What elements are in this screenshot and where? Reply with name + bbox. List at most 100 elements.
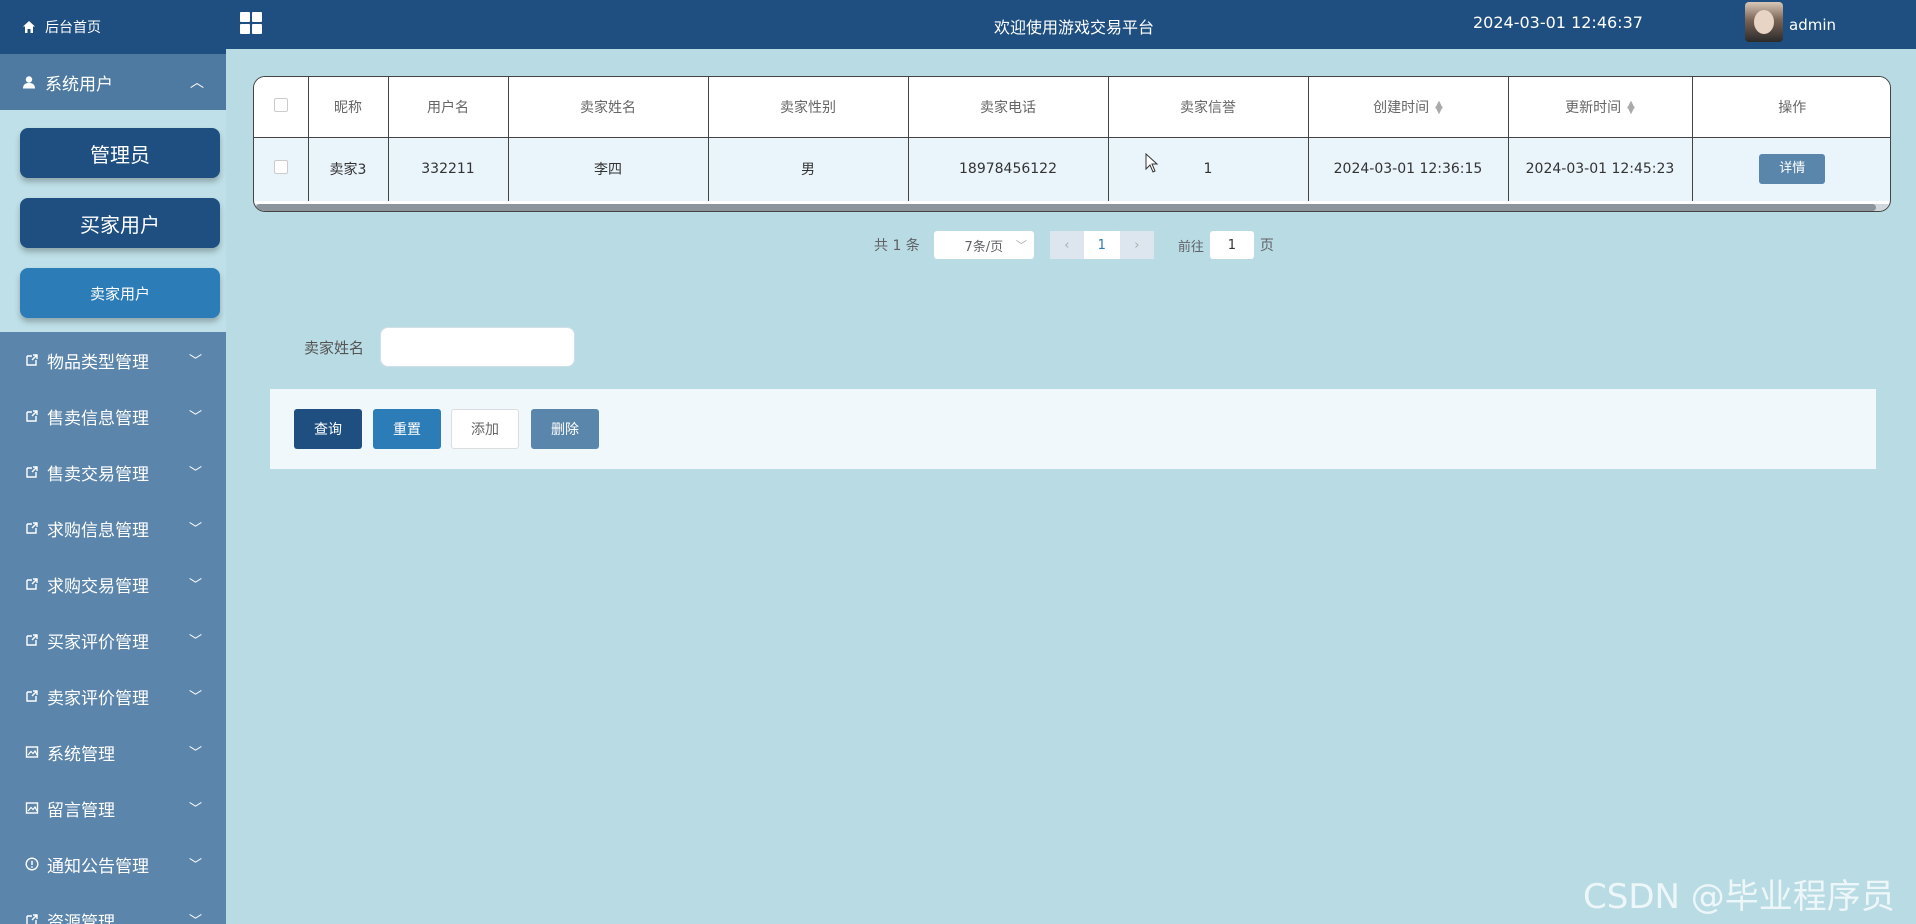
sort-icon[interactable]: ▲ ▼ [1435,99,1443,115]
column-header-sortable[interactable]: 更新时间 ▲ ▼ [1508,77,1693,138]
sidebar-subitem-seller-users[interactable]: 卖家用户 [20,268,220,318]
column-header: 用户名 [388,77,509,138]
chevron-down-icon: ﹀ [188,466,202,481]
info-circle-icon [24,857,39,872]
sidebar-menu-label: 售卖交易管理 [47,464,149,485]
sidebar-menu-label: 售卖信息管理 [47,408,149,429]
image-icon [24,745,39,760]
sidebar-menu-item[interactable]: 售卖信息管理 ﹀ [0,388,226,444]
header: 欢迎使用游戏交易平台 2024-03-01 12:46:37 admin [226,0,1916,49]
sidebar-menu-item[interactable]: 物品类型管理 ﹀ [0,332,226,388]
column-header-sortable[interactable]: 创建时间 ▲ ▼ [1308,77,1509,138]
reset-button[interactable]: 重置 [373,409,441,449]
sidebar-menu-label: 求购交易管理 [47,576,149,597]
row-checkbox[interactable] [254,137,309,201]
cell-actions: 详情 [1692,137,1890,201]
sidebar-home-label: 后台首页 [45,20,101,36]
column-header-label: 更新时间 [1565,99,1622,116]
sidebar-menu-label: 资源管理 [47,912,115,924]
prev-page-button[interactable]: ‹ [1049,231,1084,259]
sidebar-menu-label: 买家评价管理 [47,632,149,653]
sidebar-section-label: 系统用户 [45,74,113,95]
grid-menu-icon[interactable] [240,12,262,34]
external-link-icon [24,353,39,368]
action-panel: 查询 重置 添加 删除 [270,389,1876,469]
cell-credit: 1 [1108,137,1309,201]
watermark: CSDN @毕业程序员 [1583,877,1895,917]
chevron-down-icon: ﹀ [188,578,202,593]
chevron-down-icon: ﹀ [188,858,202,873]
detail-button[interactable]: 详情 [1759,154,1826,185]
sidebar-section-system-users[interactable]: 系统用户 ︿ [0,54,226,110]
cell-nickname: 卖家3 [308,137,389,201]
goto-page-input[interactable]: 1 [1209,231,1254,259]
cell-seller-name: 李四 [508,137,709,201]
cell-phone: 18978456122 [908,137,1109,201]
page-number-button[interactable]: 1 [1083,231,1120,259]
cell-created: 2024-03-01 12:36:15 [1308,137,1509,201]
query-button[interactable]: 查询 [294,409,362,449]
chevron-down-icon: ﹀ [188,802,202,817]
chevron-down-icon: ﹀ [1015,239,1027,252]
seller-name-input[interactable] [380,327,575,367]
sidebar-menu-label: 留言管理 [47,800,115,821]
sidebar-menu-item[interactable]: 通知公告管理 ﹀ [0,836,226,892]
select-all-checkbox[interactable] [254,77,309,138]
goto-label: 前往 [1177,239,1204,255]
data-table: 昵称 用户名 卖家姓名 卖家性别 卖家电话 卖家信誉 创建时间 ▲ ▼ 更新时间 ▲ ▼… [253,76,1891,212]
sidebar-menu-label: 卖家评价管理 [47,688,149,709]
cell-updated: 2024-03-01 12:45:23 [1508,137,1693,201]
sidebar-menu-item[interactable]: 售卖交易管理 ﹀ [0,444,226,500]
chevron-down-icon: ﹀ [188,522,202,537]
image-icon [24,801,39,816]
pagination-total: 共 1 条 [874,238,920,254]
seller-name-label: 卖家姓名 [304,339,365,357]
external-link-icon [24,913,39,924]
next-page-button[interactable]: › [1119,231,1154,259]
column-header: 卖家电话 [908,77,1109,138]
chevron-down-icon: ﹀ [188,354,202,369]
sidebar-subitem-buyer-users[interactable]: 买家用户 [20,198,220,248]
horizontal-scrollbar[interactable] [254,204,1890,211]
sort-icon[interactable]: ▲ ▼ [1627,99,1635,115]
cell-gender: 男 [708,137,909,201]
page-suffix-label: 页 [1259,238,1274,254]
sidebar-menu-item[interactable]: 资源管理 ﹀ [0,892,226,924]
external-link-icon [24,633,39,648]
sidebar-menu-label: 通知公告管理 [47,856,149,877]
chevron-down-icon: ﹀ [188,410,202,425]
scrollbar-thumb[interactable] [256,204,1876,211]
header-datetime: 2024-03-01 12:46:37 [1473,13,1643,32]
sidebar-menu-item[interactable]: 求购信息管理 ﹀ [0,500,226,556]
user-icon [23,76,35,89]
sidebar-menu-item[interactable]: 系统管理 ﹀ [0,724,226,780]
sidebar-menu-item[interactable]: 留言管理 ﹀ [0,780,226,836]
cell-username: 332211 [388,137,509,201]
chevron-down-icon: ﹀ [188,914,202,924]
chevron-up-icon: ︿ [190,75,204,91]
sidebar-menu-item[interactable]: 卖家评价管理 ﹀ [0,668,226,724]
avatar[interactable] [1745,2,1783,42]
add-button[interactable]: 添加 [451,409,519,449]
chevron-down-icon: ﹀ [188,634,202,649]
mouse-cursor-icon [1145,153,1159,173]
pagination: 共 1 条 7条/页 ﹀ ‹ 1 › 前往 1 页 [874,231,1274,259]
sidebar-menu-item[interactable]: 买家评价管理 ﹀ [0,612,226,668]
column-header: 卖家信誉 [1108,77,1309,138]
external-link-icon [24,465,39,480]
chevron-right-icon: › [1134,237,1140,253]
sidebar-home[interactable]: 后台首页 [0,0,226,54]
sidebar-subpanel: 管理员 买家用户 卖家用户 [0,110,226,332]
sidebar-subitem-admin[interactable]: 管理员 [20,128,220,178]
header-username[interactable]: admin [1789,16,1836,34]
chevron-down-icon: ﹀ [188,690,202,705]
external-link-icon [24,521,39,536]
table-header-row: 昵称 用户名 卖家姓名 卖家性别 卖家电话 卖家信誉 创建时间 ▲ ▼ 更新时间 ▲ ▼… [254,77,1890,138]
page-size-value: 7条/页 [964,239,1004,255]
delete-button[interactable]: 删除 [531,409,599,449]
external-link-icon [24,577,39,592]
page-title: 欢迎使用游戏交易平台 [994,18,1155,37]
sidebar-menu-item[interactable]: 求购交易管理 ﹀ [0,556,226,612]
page-size-select[interactable]: 7条/页 ﹀ [933,231,1034,259]
sidebar-menu-label: 求购信息管理 [47,520,149,541]
